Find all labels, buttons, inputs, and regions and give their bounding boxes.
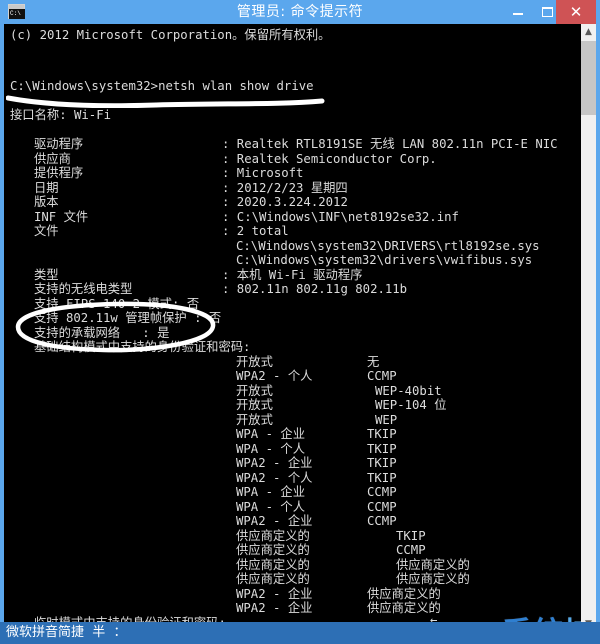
ime-status-bar[interactable]: 微软拼音简捷 半 ：	[0, 622, 600, 644]
console-line: 供应商定义的	[236, 572, 310, 586]
console-line: : Realtek Semiconductor Corp.	[222, 152, 437, 166]
console-line: : 2012/2/23 星期四	[222, 181, 348, 195]
console-line: CCMP	[367, 369, 397, 383]
maximize-icon	[542, 7, 553, 17]
console-line: TKIP	[367, 456, 397, 470]
console-line: 版本	[34, 195, 59, 209]
console-line: : 2020.3.224.2012	[222, 195, 348, 209]
console-line: 接口名称: Wi-Fi	[10, 108, 112, 122]
console-line: C:\Windows\system32\drivers\vwifibus.sys	[236, 253, 533, 267]
console-line: 文件	[34, 224, 59, 238]
console-line: WPA2 - 个人	[236, 471, 313, 485]
console-line: CCMP	[367, 485, 397, 499]
console-line: (c) 2012 Microsoft Corporation。保留所有权利。	[10, 28, 331, 42]
console-output-area[interactable]: (c) 2012 Microsoft Corporation。保留所有权利。 C:…	[4, 24, 581, 632]
console-line: 支持的无线电类型	[34, 282, 133, 296]
console-line: 无	[367, 355, 380, 369]
console-line: CCMP	[396, 543, 426, 557]
close-button[interactable]: ✕	[556, 0, 596, 24]
console-line: TKIP	[367, 427, 397, 441]
console-text: (c) 2012 Microsoft Corporation。保留所有权利。 C:…	[4, 24, 581, 632]
console-line: INF 文件	[34, 210, 89, 224]
minimize-button[interactable]	[505, 0, 531, 24]
console-line: WPA - 个人	[236, 442, 306, 456]
console-line: 开放式	[236, 413, 273, 427]
console-line: WPA - 企业	[236, 427, 306, 441]
console-line: TKIP	[367, 442, 397, 456]
console-line: TKIP	[367, 471, 397, 485]
console-line: C:\Windows\system32\DRIVERS\rtl8192se.sy…	[236, 239, 540, 253]
title-bar[interactable]: C:\ 管理员: 命令提示符 ✕	[0, 0, 600, 24]
console-line: 供应商定义的	[396, 558, 470, 572]
console-line: WEP-104 位	[375, 398, 447, 412]
minimize-icon	[513, 13, 523, 15]
console-line: : C:\Windows\INF\net8192se32.inf	[222, 210, 459, 224]
console-line: TKIP	[396, 529, 426, 543]
console-line: 开放式	[236, 355, 273, 369]
scroll-up-arrow-icon[interactable]: ▲	[581, 24, 596, 40]
console-line: : 2 total	[222, 224, 289, 238]
console-line: WPA2 - 企业	[236, 456, 313, 470]
console-scrollbar[interactable]: ▲ ▼	[581, 24, 596, 632]
scrollbar-thumb[interactable]	[581, 41, 596, 115]
console-line: WPA2 - 企业	[236, 514, 313, 528]
console-line: CCMP	[367, 500, 397, 514]
console-line: 类型	[34, 268, 59, 282]
console-line: 日期	[34, 181, 59, 195]
console-line: : Realtek RTL8191SE 无线 LAN 802.11n PCI-E…	[222, 137, 558, 151]
console-line: 驱动程序	[34, 137, 84, 151]
console-line: C:\Windows\system32>netsh wlan show driv…	[10, 79, 314, 93]
console-line: 提供程序	[34, 166, 84, 180]
console-line: 供应商定义的	[367, 587, 441, 601]
console-line: WPA2 - 企业	[236, 601, 313, 615]
console-line: WPA2 - 企业	[236, 587, 313, 601]
command-prompt-window: C:\ 管理员: 命令提示符 ✕ (c) 2012 Microsoft Corp…	[0, 0, 600, 644]
console-line: WPA - 企业	[236, 485, 306, 499]
console-line: 供应商定义的	[396, 572, 470, 586]
console-line: WEP	[375, 413, 398, 427]
ime-status-text: 微软拼音简捷 半 ：	[6, 625, 127, 640]
console-line: 供应商定义的	[236, 543, 310, 557]
console-line: WPA - 个人	[236, 500, 306, 514]
console-line: 支持的承载网络 : 是	[34, 326, 170, 340]
console-line: : 本机 Wi-Fi 驱动程序	[222, 268, 363, 282]
console-line: WPA2 - 个人	[236, 369, 313, 383]
console-line: 开放式	[236, 398, 273, 412]
console-line: 基础结构模式中支持的身份验证和密码:	[34, 340, 251, 354]
console-line: : Microsoft	[222, 166, 304, 180]
console-line: WEP-40bit	[375, 384, 442, 398]
console-line: 供应商	[34, 152, 71, 166]
console-line: 支持 FIPS 140-2 模式: 否	[34, 297, 200, 311]
console-line: 供应商定义的	[236, 558, 310, 572]
console-line: : 802.11n 802.11g 802.11b	[222, 282, 408, 296]
console-line: 开放式	[236, 384, 273, 398]
console-line: 支持 802.11w 管理帧保护 : 否	[34, 311, 222, 325]
close-icon: ✕	[569, 3, 583, 21]
console-line: 供应商定义的	[236, 529, 310, 543]
console-line: CCMP	[367, 514, 397, 528]
